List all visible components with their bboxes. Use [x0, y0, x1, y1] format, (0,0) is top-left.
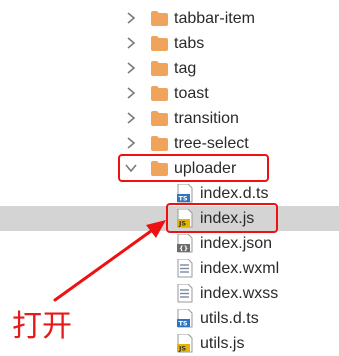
annotation-text: 打开 — [12, 309, 72, 344]
file-explorer: tabbar-item tabs tag toast transition tr… — [0, 0, 339, 356]
annotation-arrow-icon — [53, 220, 166, 302]
